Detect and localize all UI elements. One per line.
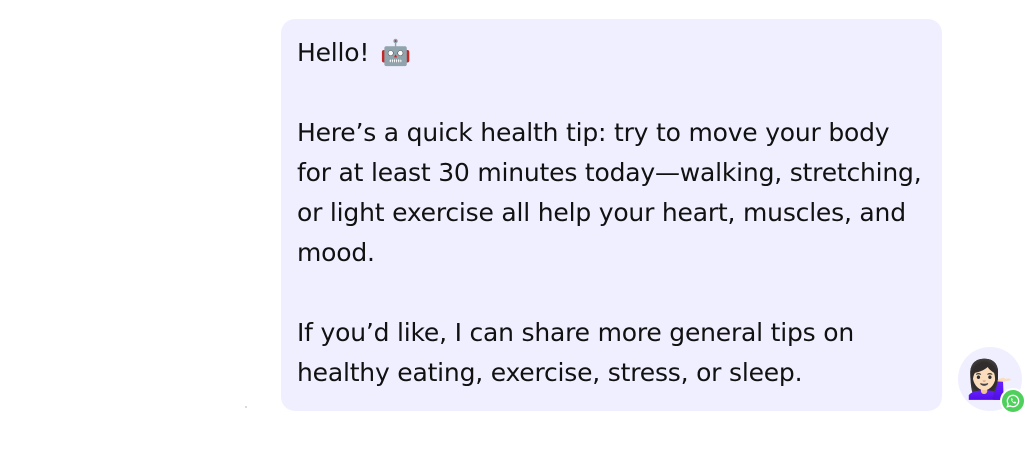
divider-dot [245, 406, 247, 408]
whatsapp-glyph-icon [1006, 394, 1020, 408]
assistant-avatar-button[interactable]: 💁🏻‍♀️ [958, 347, 1026, 414]
message-paragraph-health-tip: Here’s a quick health tip: try to move y… [297, 118, 922, 267]
message-greeting-line: Hello! 🤖 [297, 33, 926, 73]
whatsapp-icon [1000, 388, 1026, 414]
robot-icon: 🤖 [379, 38, 411, 67]
bot-message-bubble: Hello! 🤖 Here’s a quick health tip: try … [281, 19, 942, 411]
chat-stage: Hello! 🤖 Here’s a quick health tip: try … [0, 0, 1032, 461]
message-greeting: Hello! [297, 38, 370, 67]
message-paragraph-offer: If you’d like, I can share more general … [297, 318, 854, 387]
